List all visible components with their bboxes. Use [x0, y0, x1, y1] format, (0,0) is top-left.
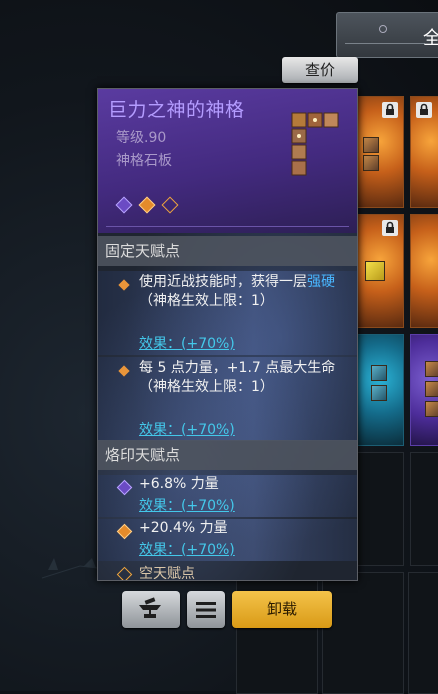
- divinity-slate-icon: [291, 112, 339, 176]
- talent-row: 每 5 点力量，+1.7 点最大生命（神格生效上限：1） 效果：(+70%): [98, 357, 357, 441]
- imprint-row-partial: 空天赋点: [98, 563, 357, 581]
- talent-row: 使用近战技能时，获得一层强硬（神格生效上限：1） 效果：(+70%): [98, 271, 357, 355]
- inventory-slot-empty[interactable]: [410, 452, 438, 566]
- purple-diamond-icon: [116, 479, 133, 496]
- shard-icon: [371, 365, 387, 381]
- imprint-text: +6.8% 力量: [139, 476, 219, 492]
- category-tab[interactable]: 全: [336, 12, 438, 58]
- category-tab-label: 全: [423, 28, 438, 49]
- imprint-row: +6.8% 力量 效果：(+70%): [98, 475, 357, 517]
- inventory-slot[interactable]: [410, 334, 438, 446]
- anvil-icon: [139, 597, 161, 618]
- imprint-effect: 效果：(+70%): [139, 498, 235, 514]
- inventory-slot[interactable]: [356, 334, 404, 446]
- orange-diamond-icon: [138, 196, 156, 214]
- shard-icon: [371, 385, 387, 401]
- item-tooltip: 巨力之神的神格 等级.90 神格石板 固定天赋点 使用近战技能时，获得一层强硬（…: [97, 88, 358, 581]
- talent-effect: 效果：(+70%): [139, 422, 235, 438]
- shard-icon: [363, 155, 379, 171]
- talent-effect: 效果：(+70%): [139, 336, 235, 352]
- item-level: 等级.90: [116, 130, 167, 146]
- compare-button[interactable]: [122, 591, 180, 628]
- keyword-highlight[interactable]: 强硬: [307, 274, 335, 290]
- inventory-slot[interactable]: [410, 96, 438, 208]
- tab-dot-icon: [379, 25, 387, 33]
- item-title: 巨力之神的神格: [108, 99, 245, 121]
- tooltip-body: 固定天赋点 使用近战技能时，获得一层强硬（神格生效上限：1） 效果：(+70%)…: [98, 233, 357, 580]
- inventory-slot-empty[interactable]: [408, 572, 438, 694]
- lock-icon: [382, 220, 398, 236]
- shard-icon: [363, 137, 379, 153]
- gold-outline-diamond-icon: [161, 196, 179, 214]
- gold-outline-diamond-icon: [116, 566, 133, 580]
- shard-icon: [365, 261, 385, 281]
- shard-icon: [425, 361, 438, 377]
- inventory-slot-empty[interactable]: [356, 452, 404, 566]
- lock-icon: [416, 102, 432, 118]
- inventory-slot[interactable]: [356, 214, 404, 328]
- menu-icon: [196, 602, 216, 618]
- price-check-button[interactable]: 查价: [282, 57, 358, 83]
- orange-bullet-icon: [118, 279, 130, 291]
- imprint-row: +20.4% 力量 效果：(+70%): [98, 519, 357, 561]
- purple-diamond-icon: [115, 196, 133, 214]
- item-type: 神格石板: [116, 153, 172, 169]
- header-divider: [106, 226, 349, 227]
- orange-diamond-icon: [116, 523, 133, 540]
- lock-icon: [382, 102, 398, 118]
- inventory-slot-empty[interactable]: [322, 572, 404, 694]
- tab-decoration: [345, 43, 425, 44]
- imprint-talent-header: 烙印天赋点: [98, 440, 357, 470]
- tooltip-header: 巨力之神的神格 等级.90 神格石板: [98, 89, 357, 233]
- imprint-text: +20.4% 力量: [139, 520, 228, 536]
- shard-icon: [425, 381, 438, 397]
- talent-text: 使用近战技能时，获得一层强硬（神格生效上限：1）: [139, 274, 335, 309]
- fixed-talent-header: 固定天赋点: [98, 236, 357, 266]
- inventory-slot[interactable]: [410, 214, 438, 328]
- imprint-text: 空天赋点: [139, 566, 195, 581]
- inventory-slot[interactable]: [356, 96, 404, 208]
- more-options-button[interactable]: [187, 591, 225, 628]
- shard-icon: [425, 401, 438, 417]
- unequip-button[interactable]: 卸载: [232, 591, 332, 628]
- imprint-effect: 效果：(+70%): [139, 542, 235, 558]
- orange-bullet-icon: [118, 365, 130, 377]
- talent-text: 每 5 点力量，+1.7 点最大生命（神格生效上限：1）: [139, 360, 336, 395]
